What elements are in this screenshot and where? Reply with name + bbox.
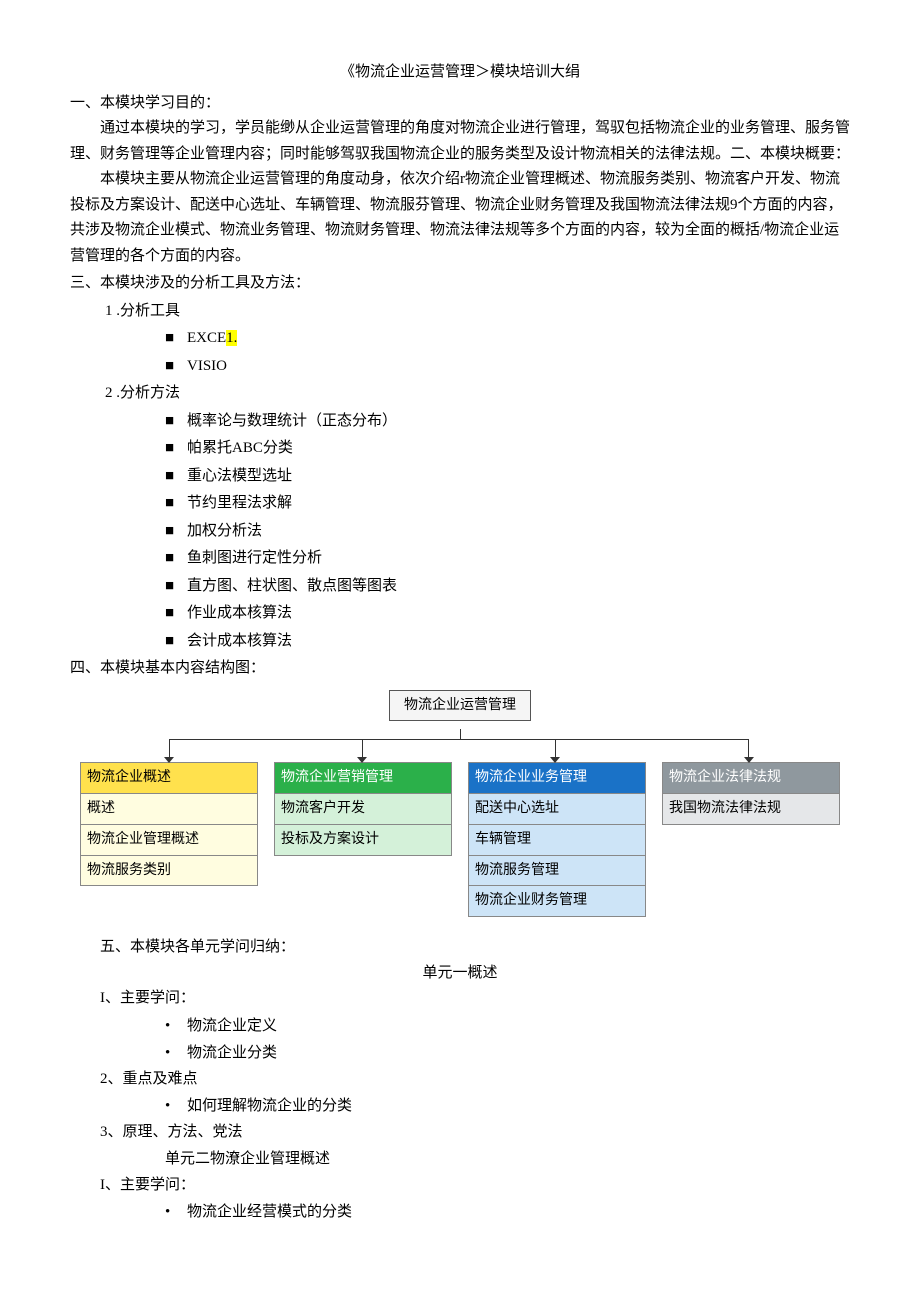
- tool-excel: EXCE1.: [70, 326, 850, 352]
- col3-item: 车辆管理: [468, 824, 646, 856]
- method-item-7: 直方图、柱状图、散点图等图表: [70, 574, 850, 600]
- diagram-col-3: 物流企业业务管理 配送中心选址 车辆管理 物流服务管理 物流企业财务管理: [468, 763, 646, 917]
- u1-item: 物流企业定义: [70, 1014, 850, 1040]
- col4-head: 物流企业法律法规: [662, 762, 840, 794]
- col2-item: 投标及方案设计: [274, 824, 452, 856]
- col3-item: 物流企业财务管理: [468, 885, 646, 917]
- col4-item: 我国物流法律法规: [662, 793, 840, 825]
- diagram-root: 物流企业运营管理: [389, 690, 531, 722]
- diagram-col-2: 物流企业营销管理 物流客户开发 投标及方案设计: [274, 763, 452, 917]
- method-item-3: 重心法模型选址: [70, 464, 850, 490]
- col1-item: 概述: [80, 793, 258, 825]
- method-item-6: 鱼刺图进行定性分析: [70, 546, 850, 572]
- col2-head: 物流企业营销管理: [274, 762, 452, 794]
- diagram-col-1: 物流企业概述 概述 物流企业管理概述 物流服务类别: [80, 763, 258, 917]
- tool-visio: VISIO: [70, 354, 850, 380]
- method-item-2: 帕累托ABC分类: [70, 436, 850, 462]
- u1-keypoints: 2、重点及难点: [70, 1067, 850, 1093]
- col1-item: 物流服务类别: [80, 855, 258, 887]
- tools-heading: 1 .分析工具: [70, 299, 850, 325]
- col1-item: 物流企业管理概述: [80, 824, 258, 856]
- methods-heading: 2 .分析方法: [70, 381, 850, 407]
- u1-item: 物流企业分类: [70, 1041, 850, 1067]
- method-item-4: 节约里程法求解: [70, 491, 850, 517]
- col3-head: 物流企业业务管理: [468, 762, 646, 794]
- method-item-9: 会计成本核算法: [70, 629, 850, 655]
- u2-item: 物流企业经营模式的分类: [70, 1200, 850, 1226]
- col3-item: 物流服务管理: [468, 855, 646, 887]
- method-item-8: 作业成本核算法: [70, 601, 850, 627]
- section-5-heading: 五、本模块各单元学问归纳：: [70, 935, 850, 961]
- col2-item: 物流客户开发: [274, 793, 452, 825]
- method-item-1: 概率论与数理统计（正态分布）: [70, 409, 850, 435]
- unit-1-title: 单元一概述: [70, 961, 850, 987]
- col3-item: 配送中心选址: [468, 793, 646, 825]
- section-1-para-2: 本模块主要从物流企业运营管理的角度动身，依次介绍r物流企业管理概述、物流服务类别…: [70, 167, 850, 269]
- section-4-heading: 四、本模块基本内容结构图：: [70, 656, 850, 682]
- col1-head: 物流企业概述: [80, 762, 258, 794]
- unit-2-title: 单元二物潦企业管理概述: [70, 1147, 850, 1173]
- u1-principles: 3、原理、方法、党法: [70, 1120, 850, 1146]
- method-item-5: 加权分析法: [70, 519, 850, 545]
- doc-title: 《物流企业运营管理＞模块培训大绢: [70, 60, 850, 86]
- u1-key-item: 如何理解物流企业的分类: [70, 1094, 850, 1120]
- section-1-heading: 一、本模块学习目的：: [70, 91, 850, 117]
- structure-diagram: 物流企业运营管理 物流企业概述 概述 物流企业管理概述 物流服务类别 物流企业营…: [80, 690, 840, 918]
- u2-main-knowledge: I、主要学问：: [70, 1173, 850, 1199]
- diagram-col-4: 物流企业法律法规 我国物流法律法规: [662, 763, 840, 917]
- u1-main-knowledge: I、主要学问：: [70, 986, 850, 1012]
- highlight: 1.: [226, 330, 237, 346]
- diagram-connector: [80, 729, 840, 763]
- section-1-para-1: 通过本模块的学习，学员能缈从企业运营管理的角度对物流企业进行管理，驾驭包括物流企…: [70, 116, 850, 167]
- section-3-heading: 三、本模块涉及的分析工具及方法：: [70, 271, 850, 297]
